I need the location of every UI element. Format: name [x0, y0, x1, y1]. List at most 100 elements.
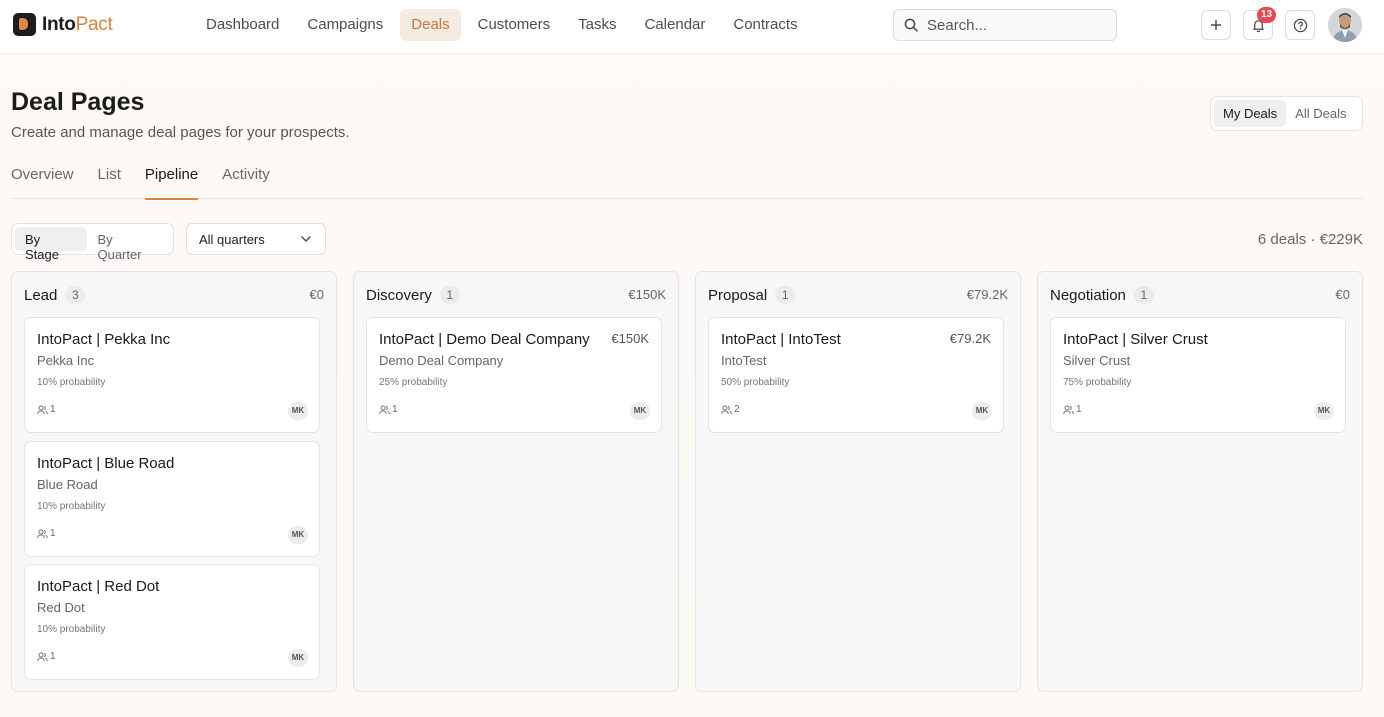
main-nav: Dashboard Campaigns Deals Customers Task…: [195, 9, 815, 41]
user-avatar-image: [1328, 8, 1362, 42]
user-avatar[interactable]: [1328, 8, 1362, 42]
column-header: Proposal 1: [708, 286, 796, 304]
deal-card-members: 1: [1063, 404, 1082, 415]
deal-card-members: 1: [379, 404, 398, 415]
logo-mark-icon: [13, 13, 36, 36]
logo-text: IntoPact: [42, 13, 113, 36]
tab-pipeline[interactable]: Pipeline: [144, 166, 199, 200]
deal-card-company: IntoTest: [721, 353, 767, 368]
page-subtitle: Create and manage deal pages for your pr…: [11, 124, 350, 141]
logo-text-pact: Pact: [75, 13, 113, 35]
deal-card-member-count: 1: [50, 651, 56, 662]
users-icon: [1063, 405, 1074, 414]
nav-item-calendar[interactable]: Calendar: [634, 9, 717, 41]
users-icon: [379, 405, 390, 414]
users-icon: [37, 529, 48, 538]
deal-card-member-count: 1: [392, 404, 398, 415]
deal-card-company: Pekka Inc: [37, 353, 95, 368]
by-stage-toggle[interactable]: By Stage: [15, 227, 88, 262]
deal-card-members: 2: [721, 404, 740, 415]
deal-card-title: IntoPact | Pekka Inc: [37, 331, 171, 348]
search-input[interactable]: [927, 16, 1107, 34]
column-title: Proposal: [708, 286, 768, 304]
all-deals-toggle[interactable]: All Deals: [1286, 100, 1355, 127]
deal-card-member-count: 2: [734, 404, 740, 415]
column-total: €79.2K: [966, 287, 1008, 302]
column-title: Lead: [24, 286, 58, 304]
users-icon: [37, 405, 48, 414]
by-quarter-toggle[interactable]: By Quarter: [87, 227, 170, 262]
deal-card-probability: 10% probability: [37, 501, 106, 512]
help-icon: [1293, 18, 1307, 32]
quarter-select-value: All quarters: [199, 232, 265, 247]
deal-owner-avatar[interactable]: MK: [288, 526, 308, 544]
deal-owner-avatar[interactable]: MK: [288, 402, 308, 420]
users-icon: [37, 652, 48, 661]
deal-card-company: Silver Crust: [1063, 353, 1131, 368]
nav-item-customers[interactable]: Customers: [467, 9, 562, 41]
column-header: Lead 3: [24, 286, 86, 304]
column-header: Negotiation 1: [1050, 286, 1154, 304]
pipeline-column-lead: Lead 3 €0 IntoPact | Pekka Inc Pekka Inc 10% …: [11, 271, 337, 692]
deal-card-title: IntoPact | Demo Deal Company: [379, 331, 590, 348]
deal-card-probability: 25% probability: [379, 377, 448, 388]
my-deals-toggle[interactable]: My Deals: [1214, 100, 1287, 127]
search-box[interactable]: [893, 9, 1117, 41]
nav-item-campaigns[interactable]: Campaigns: [296, 9, 394, 41]
deal-owner-avatar[interactable]: MK: [972, 402, 992, 420]
deal-card[interactable]: IntoPact | Demo Deal Company €150K Demo De…: [366, 317, 662, 433]
top-navigation-bar: IntoPact Dashboard Campaigns Deals Custo…: [0, 0, 1384, 54]
deal-card-probability: 50% probability: [721, 377, 790, 388]
pipeline-column-negotiation: Negotiation 1 €0 IntoPact | Silver Crust Sil…: [1037, 271, 1363, 692]
tab-list[interactable]: List: [98, 166, 121, 199]
view-tabs: Overview List Pipeline Activity: [11, 166, 1363, 200]
deal-card-title: IntoPact | Silver Crust: [1063, 331, 1208, 348]
logo-text-into: Into: [42, 13, 76, 35]
deal-card-members: 1: [37, 404, 56, 415]
column-total: €150K: [628, 287, 666, 302]
help-button[interactable]: [1285, 10, 1315, 40]
nav-item-deals[interactable]: Deals: [400, 9, 461, 41]
deal-card-amount: €150K: [611, 331, 649, 346]
plus-icon: [1211, 20, 1221, 30]
tab-overview[interactable]: Overview: [11, 166, 74, 199]
deal-owner-avatar[interactable]: MK: [1314, 402, 1334, 420]
column-title: Discovery: [366, 286, 432, 304]
column-count-badge: 1: [775, 286, 796, 304]
deal-card-probability: 10% probability: [37, 377, 106, 388]
users-icon: [721, 405, 732, 414]
deal-card-title: IntoPact | Blue Road: [37, 455, 175, 472]
deal-scope-toggle: My Deals All Deals: [1210, 96, 1363, 131]
tab-activity[interactable]: Activity: [222, 166, 270, 199]
deal-card-member-count: 1: [50, 528, 56, 539]
nav-item-dashboard[interactable]: Dashboard: [195, 9, 290, 41]
column-count-badge: 3: [65, 286, 86, 304]
deal-owner-avatar[interactable]: MK: [288, 649, 308, 667]
deal-card-members: 1: [37, 651, 56, 662]
page-title: Deal Pages: [11, 88, 145, 116]
column-total: €0: [1335, 287, 1350, 302]
deal-owner-avatar[interactable]: MK: [630, 402, 650, 420]
column-header: Discovery 1: [366, 286, 460, 304]
nav-item-tasks[interactable]: Tasks: [567, 9, 627, 41]
deal-card-probability: 10% probability: [37, 624, 106, 635]
deal-card-member-count: 1: [1076, 404, 1082, 415]
deal-card-title: IntoPact | IntoTest: [721, 331, 841, 348]
column-title: Negotiation: [1050, 286, 1126, 304]
deal-card[interactable]: IntoPact | Blue Road Blue Road 10% probabi…: [24, 441, 320, 557]
nav-item-contracts[interactable]: Contracts: [722, 9, 808, 41]
grouping-toggle: By Stage By Quarter: [11, 223, 174, 262]
deal-card[interactable]: IntoPact | IntoTest €79.2K IntoTest 50% pro…: [708, 317, 1004, 433]
deal-card[interactable]: IntoPact | Silver Crust Silver Crust 75% p…: [1050, 317, 1346, 433]
deal-card-probability: 75% probability: [1063, 377, 1132, 388]
add-button[interactable]: [1201, 10, 1231, 40]
quarter-select[interactable]: All quarters: [186, 223, 326, 255]
column-count-badge: 1: [439, 286, 460, 304]
search-icon: [904, 18, 918, 32]
deal-card[interactable]: IntoPact | Red Dot Red Dot 10% probability…: [24, 564, 320, 680]
deal-card-company: Red Dot: [37, 600, 85, 615]
deal-card[interactable]: IntoPact | Pekka Inc Pekka Inc 10% probabi…: [24, 317, 320, 433]
deal-card-members: 1: [37, 528, 56, 539]
deal-card-member-count: 1: [50, 404, 56, 415]
intopact-logo[interactable]: IntoPact: [13, 13, 113, 36]
